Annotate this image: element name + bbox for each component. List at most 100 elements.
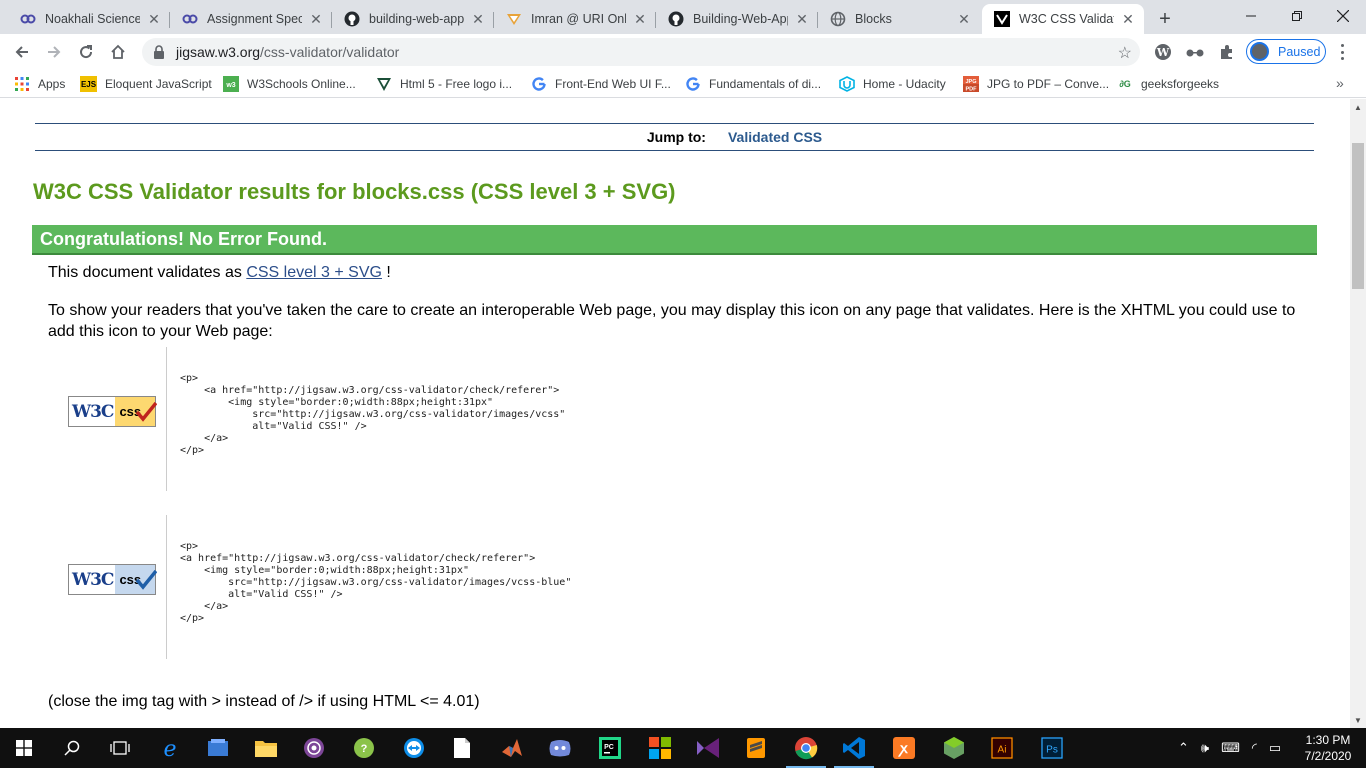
close-icon[interactable]: ✕ <box>308 11 324 27</box>
bookmark-eloquent-javascript[interactable]: EJS Eloquent JavaScript <box>80 75 212 93</box>
reload-button[interactable] <box>72 38 100 66</box>
bookmark-geeksforgeeks[interactable]: ∂G geeksforgeeks <box>1117 75 1219 93</box>
illustrator-icon[interactable]: Ai <box>978 728 1026 768</box>
taskbar-clock[interactable]: 1:30 PM 7/2/2020 <box>1296 732 1360 764</box>
close-icon[interactable]: ✕ <box>470 11 486 27</box>
tab-blocks[interactable]: Blocks ✕ <box>818 4 980 34</box>
bookmark-label: Apps <box>38 77 66 91</box>
tab-w3c-validator[interactable]: W3C CSS Validato ✕ <box>982 4 1144 34</box>
restore-button[interactable] <box>1274 0 1320 32</box>
validated-css-link[interactable]: Validated CSS <box>728 129 822 145</box>
svg-text:PDF: PDF <box>966 87 978 93</box>
incognito-extension-icon[interactable] <box>1184 41 1206 63</box>
svg-text:PC: PC <box>604 744 614 751</box>
bookmark-label: Html 5 - Free logo i... <box>400 77 513 91</box>
more-menu-icon[interactable] <box>1334 42 1350 62</box>
explorer-folder-icon[interactable] <box>242 728 290 768</box>
chrome-icon[interactable] <box>782 728 830 768</box>
bookmark-label: Eloquent JavaScript <box>105 77 212 91</box>
jpg-pdf-icon: JPG PDF <box>963 76 979 92</box>
link-chain-icon <box>20 11 36 27</box>
bookmark-front-end-web-ui[interactable]: Front-End Web UI F... <box>531 75 671 93</box>
bookmark-jpg-to-pdf[interactable]: JPG PDF JPG to PDF – Conve... <box>963 75 1109 93</box>
close-icon[interactable]: ✕ <box>146 11 162 27</box>
valid-css-blue-badge: W3C css <box>68 564 157 595</box>
lock-icon[interactable] <box>153 45 167 59</box>
tab-title: building-web-app <box>369 12 464 26</box>
close-icon[interactable]: ✕ <box>794 11 810 27</box>
teamviewer-icon[interactable] <box>390 728 438 768</box>
file-manager-icon[interactable] <box>194 728 242 768</box>
tor-icon[interactable] <box>290 728 338 768</box>
forward-button[interactable] <box>40 38 68 66</box>
bookmark-w3schools[interactable]: w3 W3Schools Online... <box>223 75 356 93</box>
geeksforgeeks-icon: ∂G <box>1119 79 1131 89</box>
photoshop-icon[interactable]: Ps <box>1028 728 1076 768</box>
bookmark-html5-logo[interactable]: Html 5 - Free logo i... <box>376 75 512 93</box>
close-icon[interactable]: ✕ <box>632 11 648 27</box>
chevron-up-icon[interactable]: ⌃ <box>1178 740 1189 756</box>
search-icon[interactable] <box>48 728 96 768</box>
scroll-down-arrow-icon[interactable]: ▼ <box>1350 712 1366 728</box>
sublime-icon[interactable] <box>732 728 780 768</box>
new-tab-button[interactable]: + <box>1152 6 1178 32</box>
address-bar[interactable]: jigsaw.w3.org/css-validator/validator ☆ <box>142 38 1140 66</box>
tab-assignment[interactable]: Assignment Specif ✕ <box>170 4 332 34</box>
css-level-link[interactable]: CSS level 3 + SVG <box>246 264 382 281</box>
vertical-scrollbar[interactable]: ▲ ▼ <box>1350 99 1366 728</box>
xampp-icon[interactable]: ꭗ <box>880 728 928 768</box>
edge-icon[interactable]: e <box>146 728 194 768</box>
svg-text:JPG: JPG <box>965 79 976 85</box>
close-icon[interactable]: ✕ <box>1120 11 1136 27</box>
bookmark-apps[interactable]: Apps <box>14 75 65 93</box>
tab-building-web-app-2[interactable]: Building-Web-App ✕ <box>656 4 818 34</box>
office-icon[interactable] <box>636 728 684 768</box>
wordpress-extension-icon[interactable]: W <box>1152 41 1174 63</box>
task-view-icon[interactable] <box>96 728 144 768</box>
bookmark-udacity[interactable]: Home - Udacity <box>839 75 946 93</box>
vscode-icon[interactable] <box>830 728 878 768</box>
svg-text:w3: w3 <box>225 82 235 89</box>
tab-building-web-app[interactable]: building-web-app ✕ <box>332 4 494 34</box>
profile-paused-button[interactable]: Paused <box>1246 39 1326 64</box>
google-icon <box>685 76 701 92</box>
volume-icon[interactable]: 🕪 <box>1201 740 1209 756</box>
clock-date: 7/2/2020 <box>1304 749 1352 763</box>
discord-icon[interactable] <box>536 728 584 768</box>
app-green-icon[interactable]: ? <box>340 728 388 768</box>
url-text[interactable]: jigsaw.w3.org/css-validator/validator <box>176 44 399 60</box>
checkmark-blue-icon <box>135 570 157 590</box>
language-icon[interactable]: ⌨ <box>1221 740 1240 756</box>
svg-text:Ps: Ps <box>1046 745 1058 756</box>
matlab-icon[interactable] <box>488 728 536 768</box>
windows-start-icon[interactable] <box>0 728 48 768</box>
bookmark-star-icon[interactable]: ☆ <box>1118 43 1132 63</box>
apps-grid-icon <box>14 76 30 92</box>
valid-css-gold-badge: W3C css <box>68 396 157 427</box>
node-icon[interactable] <box>930 728 978 768</box>
close-window-button[interactable] <box>1320 0 1366 32</box>
close-tag-note: (close the img tag with > instead of /> … <box>48 693 480 710</box>
wifi-icon[interactable]: ◜ <box>1252 740 1257 756</box>
scroll-up-arrow-icon[interactable]: ▲ <box>1350 99 1366 115</box>
tab-title: W3C CSS Validato <box>1019 12 1114 26</box>
back-button[interactable] <box>8 38 36 66</box>
visual-studio-icon[interactable] <box>684 728 732 768</box>
url-host: jigsaw.w3.org <box>176 44 261 60</box>
tab-uri-online[interactable]: Imran @ URI Onlin ✕ <box>494 4 656 34</box>
pycharm-icon[interactable]: PC <box>586 728 634 768</box>
badge-css-area: css <box>115 565 157 594</box>
scrollbar-thumb[interactable] <box>1352 143 1364 289</box>
notepad-icon[interactable] <box>438 728 486 768</box>
avatar <box>1250 42 1269 61</box>
minimize-button[interactable] <box>1228 0 1274 32</box>
home-button[interactable] <box>104 38 132 66</box>
extensions-puzzle-icon[interactable] <box>1216 41 1238 63</box>
badge-w3c-text: W3C <box>69 565 116 594</box>
tab-noakhali[interactable]: Noakhali Science a ✕ <box>8 4 170 34</box>
globe-icon <box>830 11 846 27</box>
close-icon[interactable]: ✕ <box>956 11 972 27</box>
bookmark-fundamentals[interactable]: Fundamentals of di... <box>685 75 821 93</box>
bookmarks-overflow-icon[interactable]: » <box>1336 75 1344 91</box>
notification-icon[interactable]: ▭ <box>1269 740 1281 756</box>
